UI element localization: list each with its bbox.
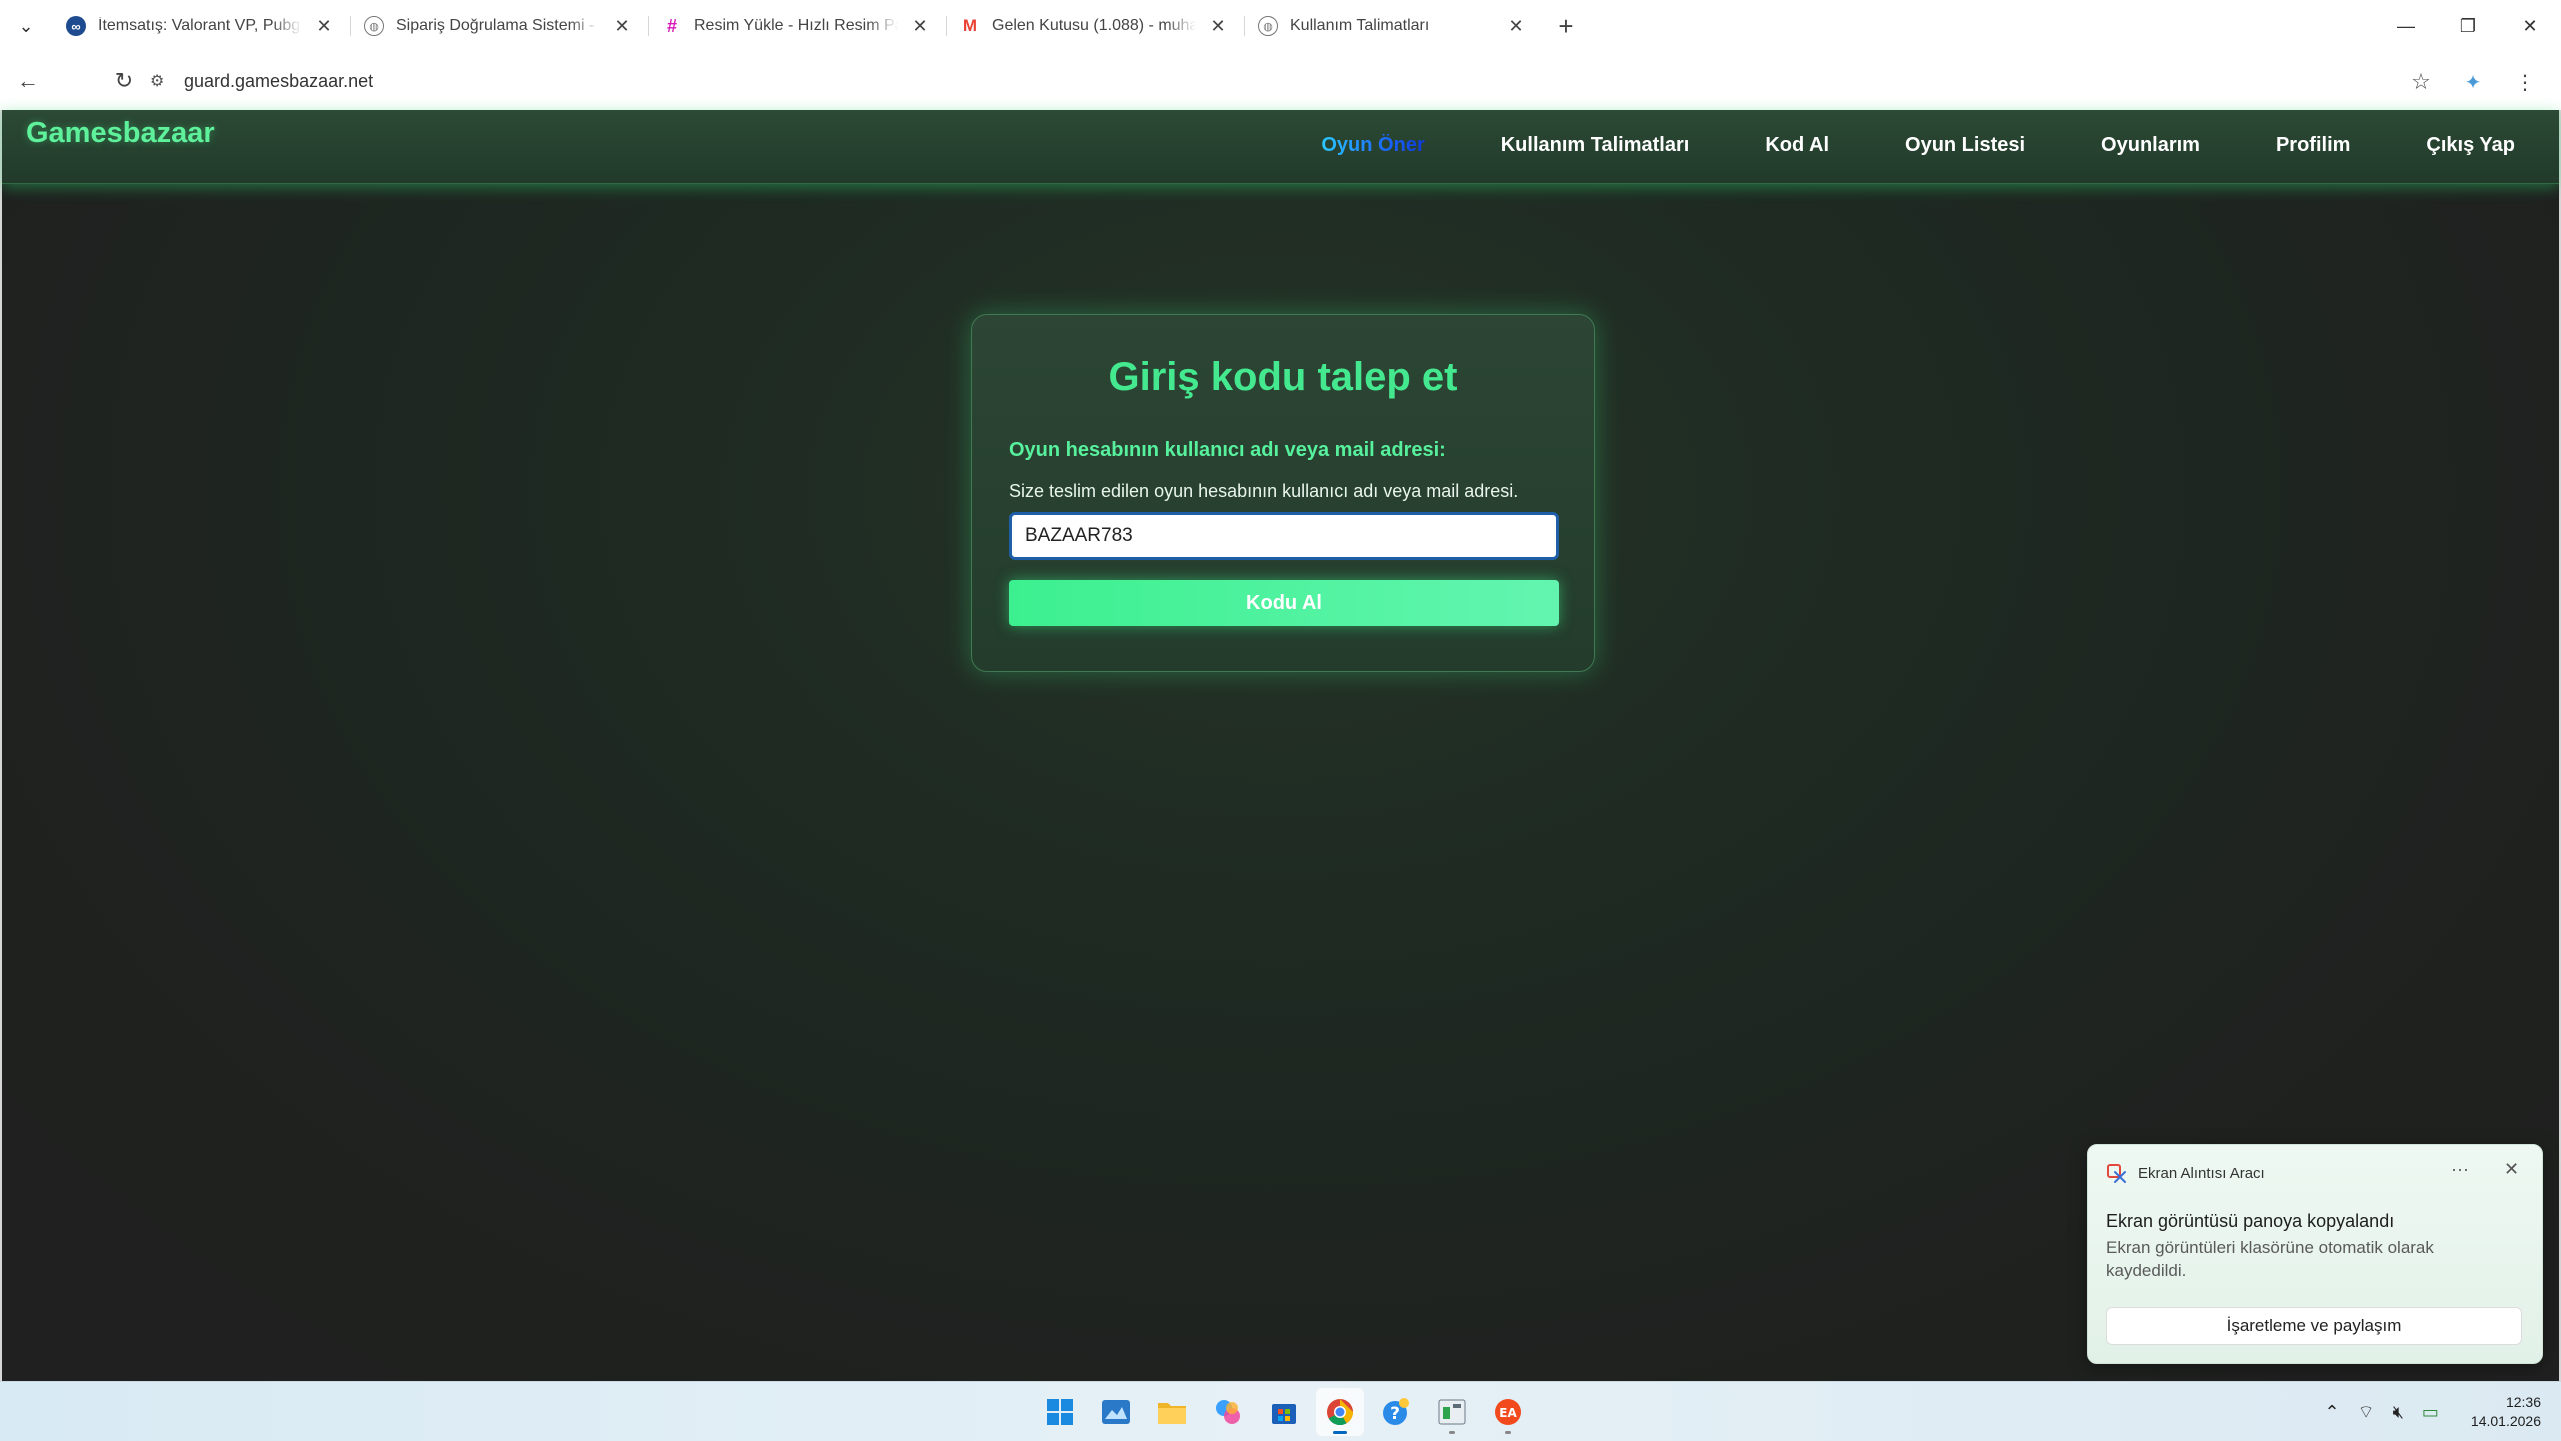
profile-avatar-icon[interactable]: ✦ xyxy=(2447,56,2499,108)
close-icon[interactable]: ✕ xyxy=(2504,1159,2519,1180)
restore-icon[interactable]: ❐ xyxy=(2437,0,2499,52)
taskbar-pinned-apps: ? EA xyxy=(1036,1388,1532,1436)
wifi-icon[interactable]: ⌔ xyxy=(2358,1401,2375,1424)
nav-links: Oyun Öner Kullanım Talimatları Kod Al Oy… xyxy=(1245,134,2515,157)
battery-icon[interactable]: ▭ xyxy=(2422,1402,2439,1423)
close-icon[interactable]: ✕ xyxy=(312,14,336,38)
nav-link-oyun-listesi[interactable]: Oyun Listesi xyxy=(1905,134,2025,157)
microsoft-store-icon[interactable] xyxy=(1260,1388,1308,1436)
toast-title: Ekran görüntüsü panoya kopyalandı xyxy=(2106,1211,2395,1231)
tab-title: Sipariş Doğrulama Sistemi - Gamesbazaar xyxy=(396,17,600,34)
site-navbar: Gamesbazaar Oyun Öner Kullanım Talimatla… xyxy=(2,110,2559,184)
browser-tab-kullanim[interactable]: ◍ Kullanım Talimatları ✕ xyxy=(1244,6,1542,46)
card-title: Giriş kodu talep et xyxy=(1108,355,1458,399)
tab-title: Resim Yükle - Hızlı Resim Paylaşımı xyxy=(694,17,898,34)
svg-text:EA: EA xyxy=(1499,1406,1517,1420)
nav-link-kullanim-talimatlari[interactable]: Kullanım Talimatları xyxy=(1501,134,1690,157)
close-icon[interactable]: ✕ xyxy=(908,14,932,38)
snipping-tool-notification[interactable]: Ekran Alıntısı Aracı ··· ✕ Ekran görüntü… xyxy=(2087,1144,2543,1364)
get-code-button[interactable]: Kodu Al xyxy=(1009,580,1559,626)
close-icon[interactable]: ✕ xyxy=(610,14,634,38)
minimize-icon[interactable]: — xyxy=(2375,0,2437,52)
tab-title: İtemsatış: Valorant VP, Pubg Mobile UC xyxy=(98,17,302,34)
url-text: guard.gamesbazaar.net xyxy=(184,70,374,91)
username-label: Oyun hesabının kullanıcı adı veya mail a… xyxy=(1009,439,1446,461)
window-controls: — ❐ ✕ xyxy=(2375,0,2561,52)
address-bar[interactable]: ⚙ guard.gamesbazaar.net xyxy=(150,60,2390,102)
system-tray: ⌃ ⌔ 🔇︎ ▭ 12:36 14.01.2026 xyxy=(2325,1382,2541,1441)
more-options-icon[interactable]: ··· xyxy=(2451,1159,2469,1180)
globe-icon: ◍ xyxy=(364,16,384,36)
windows-start-icon[interactable] xyxy=(1036,1388,1084,1436)
widgets-icon[interactable] xyxy=(1092,1388,1140,1436)
new-tab-button[interactable]: + xyxy=(1546,6,1586,46)
tab-title: Kullanım Talimatları xyxy=(1290,17,1430,34)
browser-tab-siparis[interactable]: ◍ Sipariş Doğrulama Sistemi - Gamesbazaa… xyxy=(350,6,648,46)
code-request-card: Giriş kodu talep et Oyun hesabının kulla… xyxy=(971,314,1595,672)
nav-link-oyun-oner[interactable]: Oyun Öner xyxy=(1321,134,1424,157)
username-hint: Size teslim edilen oyun hesabının kullan… xyxy=(1009,481,1519,501)
browser-tab-strip: ⌄ ∞ İtemsatış: Valorant VP, Pubg Mobile … xyxy=(0,0,2561,52)
task-manager-icon[interactable] xyxy=(1428,1388,1476,1436)
markup-share-button[interactable]: İşaretleme ve paylaşım xyxy=(2106,1307,2522,1345)
nav-link-kod-al[interactable]: Kod Al xyxy=(1765,134,1829,157)
toast-app-name: Ekran Alıntısı Aracı xyxy=(2138,1165,2265,1182)
svg-text:?: ? xyxy=(1390,1404,1400,1424)
menu-kebab-icon[interactable]: ⋮ xyxy=(2499,56,2551,108)
reload-icon[interactable]: ↻ xyxy=(98,55,150,107)
close-icon[interactable]: ✕ xyxy=(1206,14,1230,38)
nav-link-oyunlarim[interactable]: Oyunlarım xyxy=(2101,134,2200,157)
tab-search-icon[interactable]: ⌄ xyxy=(0,0,52,52)
copilot-icon[interactable] xyxy=(1204,1388,1252,1436)
file-explorer-icon[interactable] xyxy=(1148,1388,1196,1436)
ea-app-icon[interactable]: EA xyxy=(1484,1388,1532,1436)
back-arrow-icon[interactable]: ← xyxy=(2,55,54,107)
globe-icon: ◍ xyxy=(1258,16,1278,36)
clock-time: 12:36 xyxy=(2505,1394,2541,1410)
browser-tab-itemsatis[interactable]: ∞ İtemsatış: Valorant VP, Pubg Mobile UC… xyxy=(52,6,350,46)
nav-link-profilim[interactable]: Profilim xyxy=(2276,134,2350,157)
browser-toolbar: ← ↻ ⚙ guard.gamesbazaar.net ☆ ✦ ⋮ xyxy=(0,52,2561,110)
speaker-muted-icon[interactable]: 🔇︎ xyxy=(2393,1402,2404,1423)
browser-tab-gmail[interactable]: M Gelen Kutusu (1.088) - muhammed ✕ xyxy=(946,6,1244,46)
site-settings-icon[interactable]: ⚙ xyxy=(150,71,176,91)
snipping-tool-icon xyxy=(2107,1164,2126,1183)
close-icon[interactable]: ✕ xyxy=(1504,14,1528,38)
bookmark-star-icon[interactable]: ☆ xyxy=(2395,56,2447,108)
chrome-icon[interactable] xyxy=(1316,1388,1364,1436)
chevron-up-icon[interactable]: ⌃ xyxy=(2325,1402,2340,1423)
system-clock[interactable]: 12:36 14.01.2026 xyxy=(2471,1393,2541,1431)
nav-link-cikis-yap[interactable]: Çıkış Yap xyxy=(2426,134,2515,157)
windows-taskbar: ? EA ⌃ ⌔ 🔇︎ ▭ 12:36 14.01.2026 xyxy=(0,1381,2561,1441)
site-brand-logo[interactable]: Gamesbazaar xyxy=(26,117,215,150)
tab-title: Gelen Kutusu (1.088) - muhammed xyxy=(992,17,1196,34)
itemsatis-icon: ∞ xyxy=(66,16,86,36)
clock-date: 14.01.2026 xyxy=(2470,1413,2541,1429)
help-icon[interactable]: ? xyxy=(1372,1388,1420,1436)
username-input[interactable] xyxy=(1009,512,1559,560)
toast-body: Ekran görüntüleri klasörüne otomatik ola… xyxy=(2106,1238,2434,1280)
browser-tab-resim-yukle[interactable]: # Resim Yükle - Hızlı Resim Paylaşımı ✕ xyxy=(648,6,946,46)
gmail-icon: M xyxy=(962,16,978,35)
hizli-resim-icon: # xyxy=(666,15,677,36)
close-window-icon[interactable]: ✕ xyxy=(2499,0,2561,52)
